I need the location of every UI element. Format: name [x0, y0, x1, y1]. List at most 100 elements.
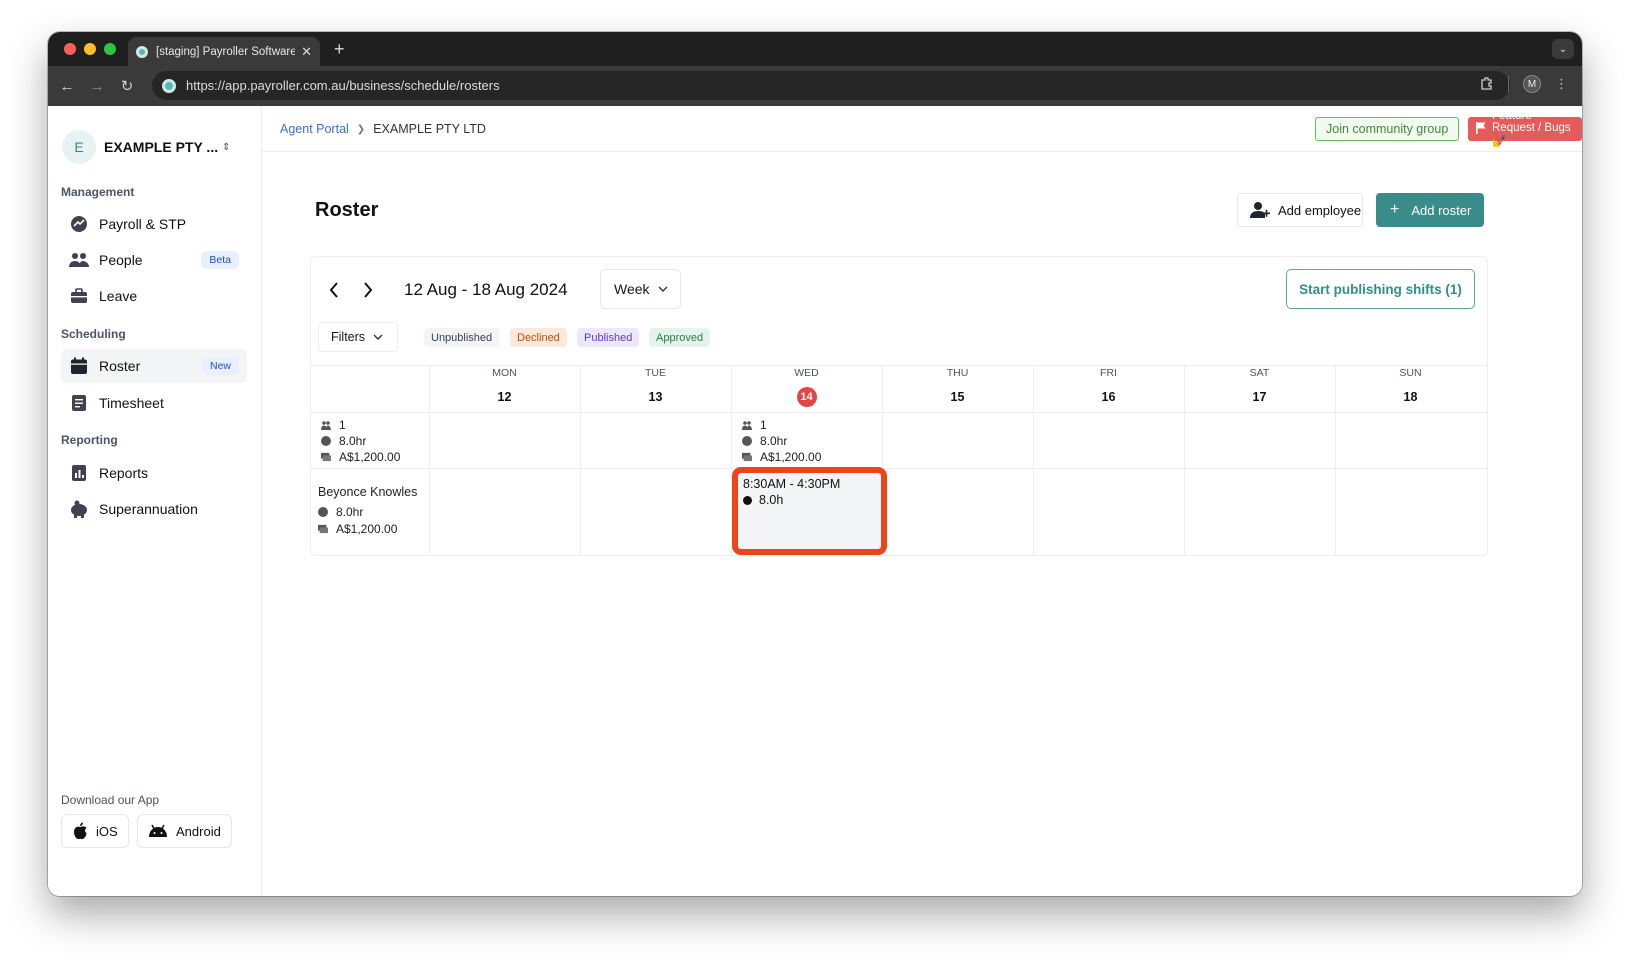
day-number: 18 — [1403, 390, 1418, 404]
chevron-down-icon — [373, 334, 383, 340]
browser-tab[interactable]: [staging] Payroller Software — ✕ — [128, 37, 320, 66]
site-info-icon[interactable] — [162, 78, 176, 93]
minimize-window-button[interactable] — [84, 43, 96, 55]
day-name: MON — [492, 367, 517, 379]
sidebar-item-people[interactable]: People Beta — [61, 243, 247, 277]
grid-divider — [311, 412, 1487, 413]
employee-cost: A$1,200.00 — [318, 522, 397, 536]
sidebar-item-leave[interactable]: Leave — [61, 279, 247, 313]
address-bar[interactable]: https://app.payroller.com.au/business/sc… — [152, 71, 1510, 100]
timesheet-icon — [69, 393, 89, 413]
android-icon — [148, 824, 168, 838]
section-label-scheduling: Scheduling — [61, 327, 126, 341]
sidebar-item-reports[interactable]: Reports — [61, 456, 247, 490]
add-employee-button[interactable]: Add employee — [1237, 193, 1363, 227]
employee-name[interactable]: Beyonce Knowles — [318, 485, 417, 499]
filters-button[interactable]: Filters — [318, 322, 398, 352]
next-week-button[interactable] — [362, 281, 374, 304]
previous-week-button[interactable] — [328, 281, 340, 304]
breadcrumb-current: EXAMPLE PTY LTD — [373, 122, 486, 136]
employee-hours-value: 8.0hr — [336, 505, 364, 519]
add-roster-label: Add roster — [1411, 202, 1472, 218]
wed-total-employees: 1 — [742, 418, 767, 432]
close-window-button[interactable] — [64, 43, 76, 55]
shift-time: 8:30AM - 4:30PM — [743, 477, 841, 491]
business-switcher[interactable]: E EXAMPLE PTY ... ⇕ — [62, 130, 231, 164]
roster-card: 12 Aug - 18 Aug 2024 Week Start publishi… — [310, 256, 1488, 556]
day-header-sat: SAT 17 — [1184, 367, 1335, 407]
url-text: https://app.payroller.com.au/business/sc… — [186, 78, 500, 93]
clock-icon — [321, 436, 331, 446]
browser-window: [staging] Payroller Software — ✕ + ⌄ ← →… — [48, 32, 1582, 896]
wed-total-hours: 8.0hr — [742, 434, 787, 448]
feature-request-label: Feature Request / Bugs 💅 — [1492, 110, 1571, 148]
download-app-label: Download our App — [61, 793, 160, 807]
close-icon[interactable]: ✕ — [301, 44, 312, 60]
toolbar-actions: M ⋮ — [1480, 75, 1568, 93]
profile-avatar[interactable]: M — [1523, 75, 1541, 93]
money-icon — [318, 524, 328, 534]
sidebar-item-superannuation[interactable]: Superannuation — [61, 492, 247, 526]
clock-icon — [743, 495, 752, 505]
sidebar-item-payroll[interactable]: Payroll & STP — [61, 207, 247, 241]
view-select[interactable]: Week — [600, 269, 681, 309]
day-header-fri: FRI 16 — [1033, 367, 1184, 407]
new-tab-button[interactable]: + — [334, 39, 345, 60]
money-icon — [742, 452, 752, 462]
day-header-mon: MON 12 — [429, 367, 580, 407]
app-container: E EXAMPLE PTY ... ⇕ Management Payroll &… — [48, 106, 1582, 896]
breadcrumb-agent-portal-link[interactable]: Agent Portal — [280, 122, 349, 136]
start-publishing-button[interactable]: Start publishing shifts (1) — [1286, 269, 1475, 309]
status-tag-approved: Approved — [649, 328, 711, 347]
filters-label: Filters — [331, 330, 366, 344]
tab-title: [staging] Payroller Software — — [156, 45, 296, 58]
extensions-icon[interactable] — [1480, 76, 1494, 93]
day-number: 13 — [648, 390, 663, 404]
day-header-wed: WED 14 — [731, 367, 882, 407]
ios-app-button[interactable]: iOS — [61, 814, 129, 848]
window-controls — [64, 43, 116, 55]
day-number: 17 — [1252, 390, 1267, 404]
browser-tab-bar: [staging] Payroller Software — ✕ + ⌄ — [48, 32, 1582, 66]
shift-card[interactable]: 8:30AM - 4:30PM 8.0h — [732, 467, 887, 555]
maximize-window-button[interactable] — [104, 43, 116, 55]
back-arrow-icon[interactable]: ← — [52, 78, 82, 95]
tab-search-button[interactable]: ⌄ — [1552, 39, 1574, 59]
add-roster-button[interactable]: + Add roster — [1376, 193, 1484, 227]
wed-total-hours-value: 8.0hr — [760, 434, 788, 448]
total-cost: A$1,200.00 — [321, 450, 400, 464]
calendar-icon — [69, 356, 89, 376]
forward-arrow-icon[interactable]: → — [82, 78, 112, 95]
reload-icon[interactable]: ↻ — [112, 77, 142, 95]
android-app-button[interactable]: Android — [137, 814, 232, 848]
piggy-bank-icon — [69, 499, 89, 519]
total-hours-value: 8.0hr — [339, 434, 367, 448]
date-range: 12 Aug - 18 Aug 2024 — [404, 280, 568, 299]
employee-cost-value: A$1,200.00 — [336, 522, 398, 536]
day-name: SAT — [1249, 367, 1270, 379]
sidebar-item-roster[interactable]: Roster New — [61, 349, 247, 383]
employees-icon — [742, 420, 752, 430]
sidebar-item-timesheet[interactable]: Timesheet — [61, 386, 247, 420]
sidebar-item-label: Payroll & STP — [99, 216, 187, 232]
section-label-management: Management — [61, 185, 135, 199]
wed-total-cost: A$1,200.00 — [742, 450, 821, 464]
reports-icon — [69, 463, 89, 483]
wed-total-cost-value: A$1,200.00 — [760, 450, 822, 464]
browser-toolbar: ← → ↻ https://app.payroller.com.au/busin… — [48, 66, 1582, 106]
day-number-today: 14 — [731, 387, 882, 407]
today-badge: 14 — [796, 387, 817, 407]
join-community-button[interactable]: Join community group — [1315, 117, 1460, 141]
day-number: 15 — [950, 390, 965, 404]
add-user-icon — [1250, 201, 1270, 219]
kebab-menu-icon[interactable]: ⋮ — [1555, 76, 1568, 92]
clock-icon — [318, 507, 328, 517]
day-name: SUN — [1399, 367, 1422, 379]
android-label: Android — [176, 823, 221, 839]
flag-icon — [1476, 121, 1487, 137]
beta-badge: Beta — [201, 251, 239, 269]
feature-request-button[interactable]: Feature Request / Bugs 💅 — [1468, 110, 1582, 148]
favicon-icon — [136, 45, 148, 58]
wed-total-employees-value: 1 — [760, 418, 767, 432]
breadcrumb: Agent Portal ❯ EXAMPLE PTY LTD — [280, 122, 486, 136]
